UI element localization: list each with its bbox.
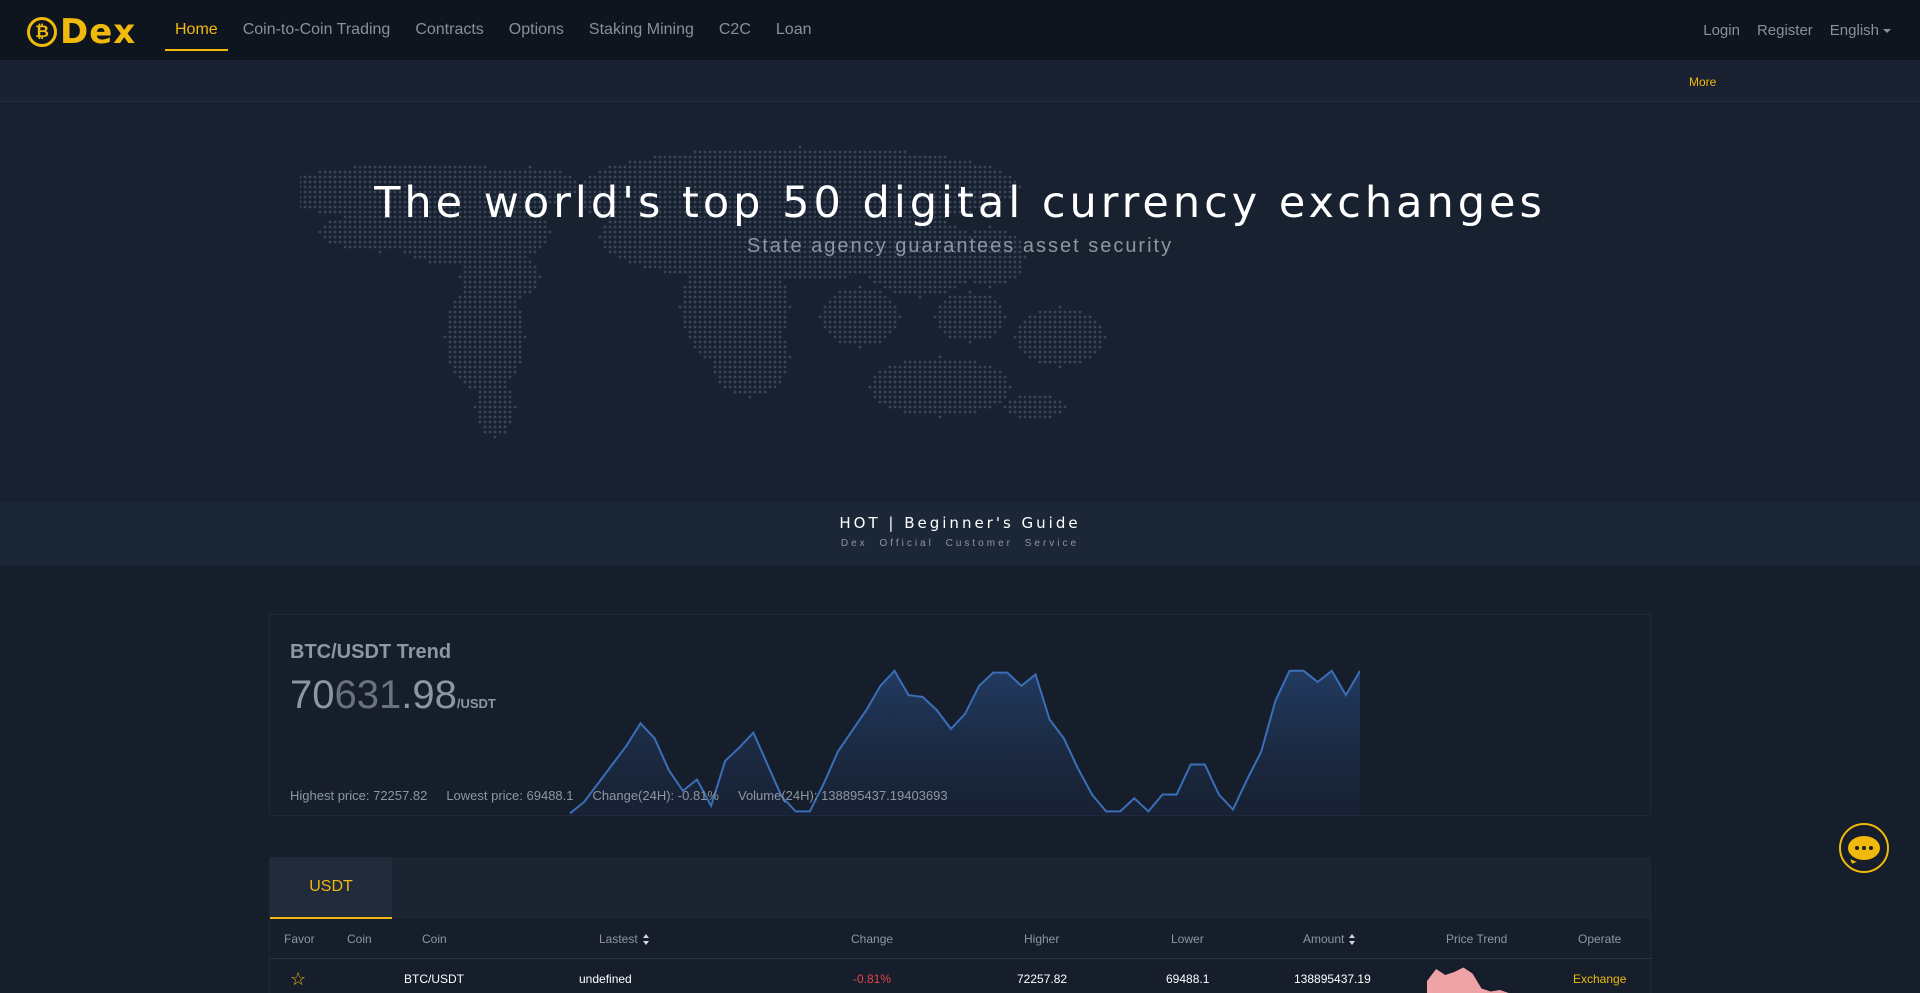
price-part: .98 xyxy=(401,673,457,717)
row-pair: BTC/USDT xyxy=(404,972,464,986)
sparkline-chart xyxy=(1427,967,1519,993)
row-sparkline xyxy=(1427,959,1527,993)
notice-bar: More xyxy=(0,60,1920,102)
price-unit: /USDT xyxy=(456,696,496,711)
row-change: -0.81% xyxy=(853,972,892,986)
market-tabs: USDT xyxy=(270,857,1650,919)
main-nav: Home Coin-to-Coin Trading Contracts Opti… xyxy=(165,0,826,60)
hero-subtitle: State agency guarantees asset security xyxy=(746,235,1174,257)
nav-contracts[interactable]: Contracts xyxy=(405,0,493,60)
top-navbar: ₿ Dex Home Coin-to-Coin Trading Contract… xyxy=(0,0,1920,60)
nav-staking-mining[interactable]: Staking Mining xyxy=(579,0,704,60)
col-amount[interactable]: Amount xyxy=(1303,919,1356,959)
col-latest-label: Lastest xyxy=(599,932,638,946)
table-header: Favor Coin Coin Lastest Change Higher Lo… xyxy=(270,919,1652,959)
hero-banner: The world's top 50 digital currency exch… xyxy=(0,102,1920,502)
col-change: Change xyxy=(851,932,894,946)
sort-icon xyxy=(642,933,650,946)
register-link[interactable]: Register xyxy=(1757,22,1813,39)
sparkline-area xyxy=(1427,967,1519,993)
table-row[interactable]: ☆ BTC/USDT undefined -0.81% 72257.82 694… xyxy=(270,959,1652,993)
lowest-price: Lowest price: 69488.1 xyxy=(446,788,574,803)
tab-usdt[interactable]: USDT xyxy=(270,857,392,919)
change-24h: Change(24H): -0.81% xyxy=(592,788,719,803)
col-coin-2: Coin xyxy=(422,932,447,946)
beginner-guide-band[interactable]: HOT | Beginner's Guide Dex Official Cust… xyxy=(0,502,1920,565)
trend-title: BTC/USDT Trend xyxy=(290,641,452,663)
guide-title: HOT | Beginner's Guide xyxy=(839,514,1081,532)
bitcoin-logo-icon: ₿ xyxy=(27,17,57,47)
chevron-down-icon xyxy=(1883,28,1891,33)
col-latest[interactable]: Lastest xyxy=(599,919,650,959)
col-favor: Favor xyxy=(284,932,315,946)
language-selector[interactable]: English xyxy=(1830,22,1891,39)
login-link[interactable]: Login xyxy=(1703,22,1740,39)
row-amount: 138895437.19 xyxy=(1294,972,1371,986)
chat-icon xyxy=(1848,836,1880,860)
col-coin: Coin xyxy=(347,932,372,946)
price-part: 70 xyxy=(290,673,335,717)
guide-subtitle: Dex Official Customer Service xyxy=(840,538,1080,549)
exchange-link[interactable]: Exchange xyxy=(1573,959,1626,993)
nav-loan[interactable]: Loan xyxy=(766,0,822,60)
volume-24h: Volume(24H): 138895437.19403693 xyxy=(737,788,948,803)
highest-price: Highest price: 72257.82 xyxy=(290,788,428,803)
trend-stats: Highest price: 72257.82 Lowest price: 69… xyxy=(290,788,967,803)
notice-more-link[interactable]: More xyxy=(1689,75,1716,89)
nav-options[interactable]: Options xyxy=(499,0,574,60)
col-price-trend: Price Trend xyxy=(1446,932,1508,946)
hero-title: The world's top 50 digital currency exch… xyxy=(374,178,1546,228)
row-latest: undefined xyxy=(579,972,632,986)
nav-home[interactable]: Home xyxy=(165,0,228,60)
col-higher: Higher xyxy=(1024,932,1060,946)
col-amount-label: Amount xyxy=(1303,932,1345,946)
brand-name: Dex xyxy=(60,12,137,52)
favorite-star-icon[interactable]: ☆ xyxy=(290,959,306,993)
trend-price: 70631.98/USDT xyxy=(290,673,496,718)
btc-trend-card: BTC/USDT Trend 70631.98/USDT Highest pri… xyxy=(269,614,1651,817)
language-label: English xyxy=(1829,21,1879,39)
nav-c2c[interactable]: C2C xyxy=(709,0,761,60)
col-operate: Operate xyxy=(1578,932,1622,946)
col-lower: Lower xyxy=(1171,932,1204,946)
price-part: 631 xyxy=(334,673,402,717)
nav-coin-to-coin-trading[interactable]: Coin-to-Coin Trading xyxy=(233,0,401,60)
sort-icon xyxy=(1349,933,1356,946)
brand-logo[interactable]: ₿ Dex xyxy=(27,12,136,52)
account-nav: Login Register English xyxy=(1686,0,1891,60)
row-higher: 72257.82 xyxy=(1017,972,1068,986)
row-lower: 69488.1 xyxy=(1166,972,1210,986)
chat-support-button[interactable] xyxy=(1839,823,1889,873)
market-table: USDT Favor Coin Coin Lastest Change High… xyxy=(269,857,1652,993)
